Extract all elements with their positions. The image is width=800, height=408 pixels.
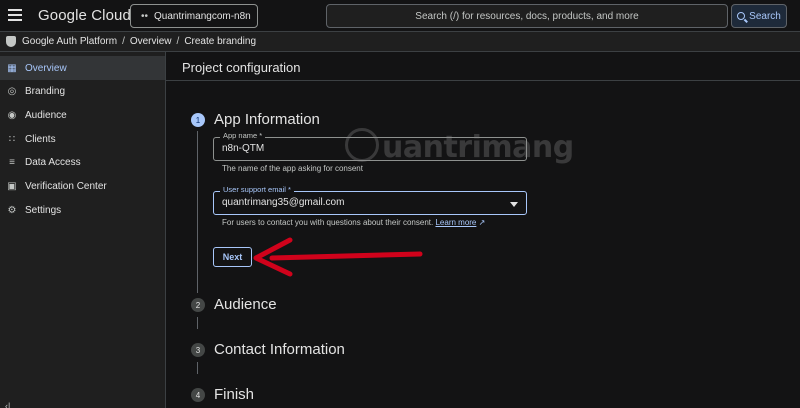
support-email-value: quantrimang35@gmail.com <box>222 197 345 208</box>
search-button-label: Search <box>749 10 781 22</box>
app-name-label: App name * <box>220 131 266 140</box>
external-link-icon: ↗ <box>476 218 486 227</box>
step-label-finish: Finish <box>214 386 255 403</box>
dashboard-icon: ▦ <box>7 62 17 74</box>
step-number: 4 <box>191 388 205 402</box>
top-bar: Google Cloud •• Quantrimangcom-n8n Searc… <box>0 0 800 32</box>
project-name: Quantrimangcom-n8n <box>154 10 251 22</box>
sidebar-item-overview[interactable]: ▦ Overview <box>0 56 165 80</box>
breadcrumb-separator: / <box>122 36 125 47</box>
palette-icon: ◎ <box>7 85 17 97</box>
sidebar-item-clients[interactable]: ∷ Clients <box>0 127 165 151</box>
next-button[interactable]: Next <box>213 247 252 267</box>
sidebar-item-label: Branding <box>25 85 66 97</box>
sidebar-item-label: Overview <box>25 62 67 74</box>
sidebar-item-audience[interactable]: ◉ Audience <box>0 103 165 127</box>
gear-icon: ⚙ <box>7 204 17 216</box>
sidebar-item-label: Audience <box>25 109 67 121</box>
chevron-down-icon[interactable] <box>510 202 518 207</box>
step-label-app-information: App Information <box>214 111 320 128</box>
sidebar-item-verification-center[interactable]: ▣ Verification Center <box>0 174 165 198</box>
step-number: 3 <box>191 343 205 357</box>
divider <box>166 80 800 81</box>
support-email-helper: For users to contact you with questions … <box>222 218 485 227</box>
sidebar-item-label: Settings <box>25 204 62 216</box>
project-icon: •• <box>141 10 149 22</box>
verified-icon: ▣ <box>7 180 17 192</box>
app-name-helper: The name of the app asking for consent <box>222 164 363 173</box>
sidebar-item-label: Verification Center <box>25 180 107 192</box>
grid-icon: ∷ <box>8 133 16 145</box>
page-title: Project configuration <box>182 60 301 75</box>
main-content: Project configuration 1 App Information … <box>166 52 800 408</box>
step-label-contact-information: Contact Information <box>214 341 345 358</box>
step-connector <box>197 131 198 293</box>
breadcrumb-item[interactable]: Overview <box>130 36 172 47</box>
search-input[interactable]: Search (/) for resources, docs, products… <box>326 4 728 28</box>
breadcrumb-separator: / <box>176 36 180 47</box>
step-number: 1 <box>191 113 205 127</box>
list-icon: ≡ <box>9 156 15 168</box>
breadcrumb: Google Auth Platform / Overview / Create… <box>0 32 800 52</box>
watermark-bulb-icon <box>345 128 379 162</box>
sidebar-item-label: Data Access <box>25 156 81 168</box>
support-email-select[interactable]: User support email * quantrimang35@gmail… <box>213 185 527 215</box>
support-email-helper-text: For users to contact you with questions … <box>222 218 434 227</box>
step-label-audience: Audience <box>214 296 277 313</box>
app-name-value: n8n-QTM <box>222 143 265 154</box>
collapse-sidebar-button[interactable]: ‹| <box>5 401 10 408</box>
sidebar-item-data-access[interactable]: ≡ Data Access <box>0 150 165 174</box>
step-connector <box>197 362 198 374</box>
project-picker[interactable]: •• Quantrimangcom-n8n <box>130 4 258 28</box>
person-icon: ◉ <box>7 109 17 121</box>
menu-icon[interactable] <box>8 9 22 21</box>
search-button[interactable]: Search <box>731 4 787 28</box>
sidebar-item-settings[interactable]: ⚙ Settings <box>0 198 165 222</box>
step-connector <box>197 317 198 329</box>
sidebar-item-branding[interactable]: ◎ Branding <box>0 79 165 103</box>
search-icon <box>737 12 746 20</box>
learn-more-link[interactable]: Learn more <box>435 218 476 227</box>
step-number: 2 <box>191 298 205 312</box>
sidebar-item-label: Clients <box>25 133 56 145</box>
sidebar: ▦ Overview ◎ Branding ◉ Audience ∷ Clien… <box>0 52 166 408</box>
breadcrumb-item[interactable]: Google Auth Platform <box>22 36 117 47</box>
shield-icon <box>6 36 16 47</box>
support-email-label: User support email * <box>220 185 294 194</box>
watermark: uantrimang <box>382 130 574 165</box>
google-cloud-logo[interactable]: Google Cloud <box>38 7 131 24</box>
breadcrumb-item: Create branding <box>184 36 257 47</box>
